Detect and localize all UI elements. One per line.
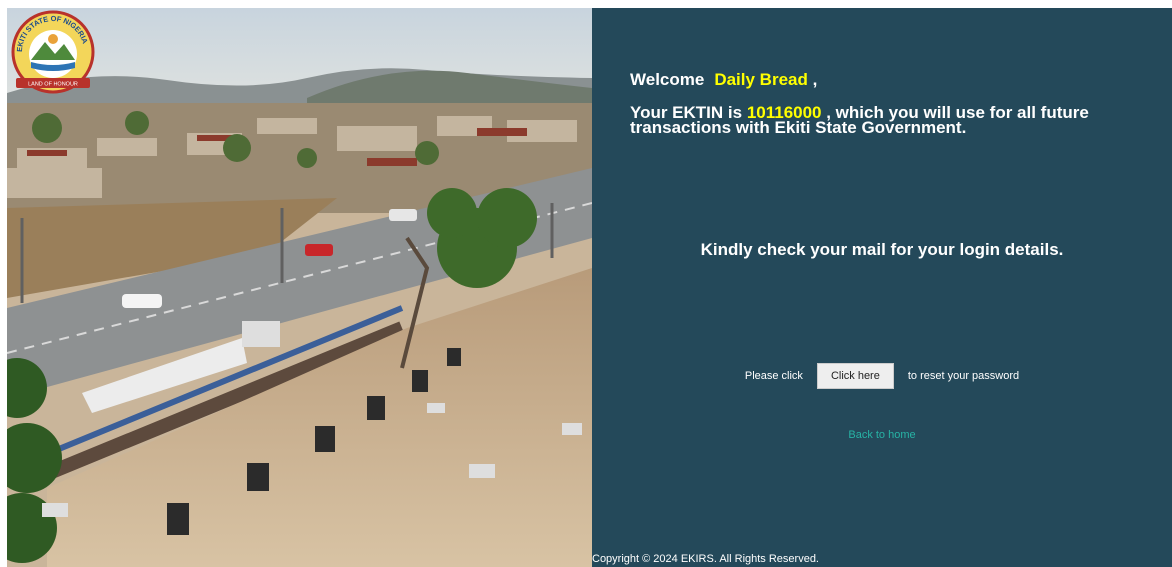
back-to-home-link[interactable]: Back to home bbox=[592, 429, 1172, 441]
user-name: Daily Bread bbox=[714, 70, 808, 89]
state-seal-logo: EKITI STATE OF NIGERIA LAND OF HONOUR bbox=[11, 10, 95, 94]
welcome-panel: Welcome Daily Bread , Your EKTIN is 10116… bbox=[592, 8, 1172, 567]
welcome-suffix: , bbox=[812, 70, 818, 89]
svg-text:LAND OF HONOUR: LAND OF HONOUR bbox=[28, 82, 78, 88]
reset-password-row: Please click Click here to reset your pa… bbox=[592, 363, 1172, 389]
reset-password-button[interactable]: Click here bbox=[816, 363, 894, 389]
city-photo: EKITI STATE OF NIGERIA LAND OF HONOUR bbox=[7, 8, 592, 567]
reset-suffix: to reset your password bbox=[907, 370, 1020, 382]
copyright-text: Copyright © 2024 EKIRS. All Rights Reser… bbox=[592, 553, 819, 565]
welcome-heading: Welcome Daily Bread , bbox=[630, 70, 817, 90]
mail-notice: Kindly check your mail for your login de… bbox=[700, 240, 1064, 259]
ektin-message: Your EKTIN is 10116000 , which you will … bbox=[630, 104, 1150, 136]
welcome-prefix: Welcome bbox=[630, 70, 705, 89]
reset-prefix: Please click bbox=[744, 370, 803, 382]
